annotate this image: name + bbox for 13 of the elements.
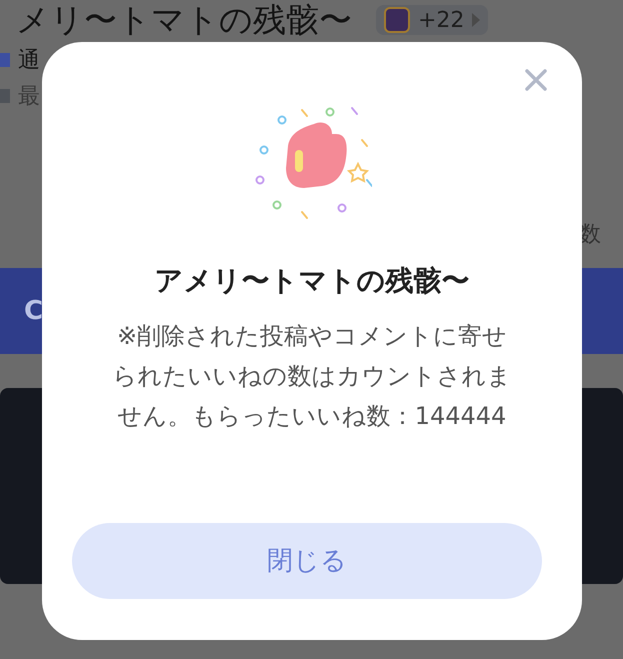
badge-count: +22	[418, 6, 464, 34]
row-text: 通	[18, 46, 40, 74]
close-icon	[525, 69, 547, 91]
row-icon	[0, 89, 10, 103]
page-title: メリ〜トマトの残骸〜	[16, 0, 352, 40]
participant-badge[interactable]: +22	[376, 5, 488, 35]
dialog-title: アメリ〜トマトの残骸〜	[154, 263, 470, 299]
dialog-message: ※削除された投稿やコメントに寄せられたいいねの数はカウントされません。もらったいいね数：144444	[112, 321, 512, 432]
avatar-icon	[384, 7, 410, 33]
row-icon	[0, 53, 10, 67]
close-dialog-button[interactable]: 閉じる	[72, 523, 542, 599]
banner-text: C	[24, 294, 44, 328]
chevron-icon	[472, 13, 480, 27]
